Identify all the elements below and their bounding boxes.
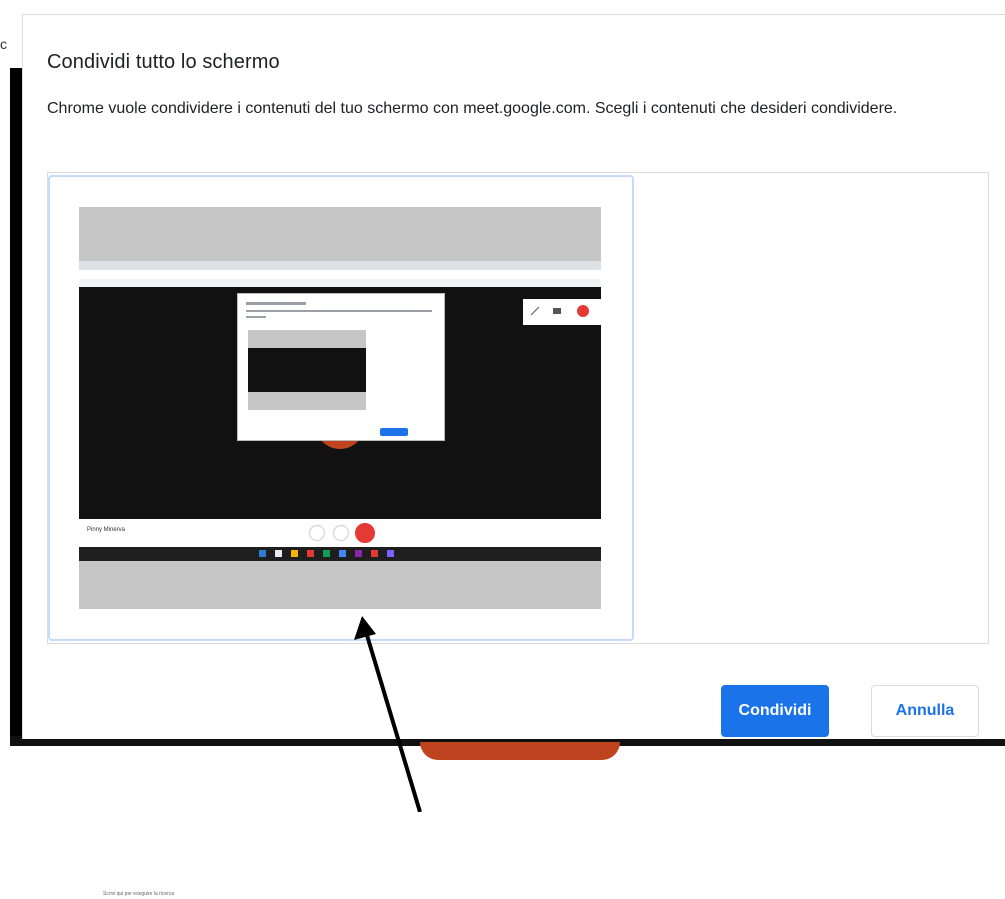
thumb-taskbar-search: Scrivi qui per eseguire la ricerca xyxy=(95,889,203,899)
annotation-arrow-icon xyxy=(354,616,422,812)
